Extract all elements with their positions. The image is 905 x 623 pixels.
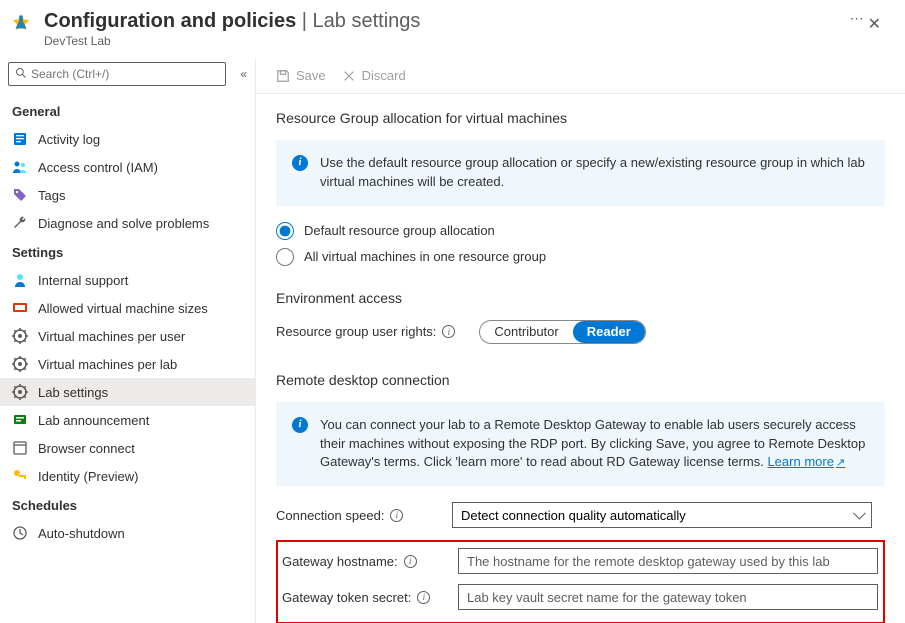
- gateway-secret-input[interactable]: [458, 584, 878, 610]
- clock-icon: [12, 525, 28, 541]
- wrench-icon: [12, 215, 28, 231]
- rg-option-default[interactable]: Default resource group allocation: [276, 222, 885, 240]
- info-icon: i: [292, 417, 308, 433]
- gateway-fields-highlight: Gateway hostname: i Gateway token secret…: [276, 540, 885, 623]
- learn-more-link[interactable]: Learn more↗: [767, 454, 845, 469]
- sidebar-item-label: Virtual machines per user: [38, 329, 185, 344]
- save-icon: [276, 69, 290, 83]
- sidebar-item-label: Lab announcement: [38, 413, 149, 428]
- sidebar-item-activity-log[interactable]: Activity log: [0, 125, 255, 153]
- page-subtitle: DevTest Lab: [44, 34, 836, 48]
- close-button[interactable]: ✕: [864, 10, 885, 38]
- sidebar-item-label: Auto-shutdown: [38, 526, 125, 541]
- sidebar-item-lab-settings[interactable]: Lab settings: [0, 378, 255, 406]
- sidebar-item-access-control[interactable]: Access control (IAM): [0, 153, 255, 181]
- sizes-icon: [12, 300, 28, 316]
- sidebar-item-internal-support[interactable]: Internal support: [0, 266, 255, 294]
- devtest-lab-icon: [10, 12, 32, 34]
- nav-group-settings: Settings: [0, 237, 255, 266]
- sidebar-item-vm-sizes[interactable]: Allowed virtual machine sizes: [0, 294, 255, 322]
- sidebar-item-label: Activity log: [38, 132, 100, 147]
- rights-contributor[interactable]: Contributor: [480, 321, 572, 343]
- rg-info-banner: i Use the default resource group allocat…: [276, 140, 885, 206]
- sidebar-search[interactable]: [8, 62, 226, 86]
- more-actions-button[interactable]: ⋯: [850, 10, 864, 27]
- sidebar-item-label: Access control (IAM): [38, 160, 158, 175]
- key-icon: [12, 468, 28, 484]
- env-label: Resource group user rights:: [276, 324, 436, 339]
- gateway-secret-label: Gateway token secret:: [282, 590, 411, 605]
- info-icon: i: [292, 155, 308, 171]
- sidebar-item-label: Browser connect: [38, 441, 135, 456]
- conn-speed-label: Connection speed:: [276, 508, 384, 523]
- help-icon[interactable]: i: [442, 325, 455, 338]
- collapse-sidebar-button[interactable]: «: [240, 67, 247, 81]
- rights-toggle[interactable]: Contributor Reader: [479, 320, 645, 344]
- sidebar-item-diagnose[interactable]: Diagnose and solve problems: [0, 209, 255, 237]
- tag-icon: [12, 187, 28, 203]
- browser-icon: [12, 440, 28, 456]
- save-button[interactable]: Save: [276, 68, 326, 83]
- search-icon: [15, 67, 27, 82]
- sidebar-item-label: Tags: [38, 188, 65, 203]
- sidebar-item-vm-per-user[interactable]: Virtual machines per user: [0, 322, 255, 350]
- nav-group-schedules: Schedules: [0, 490, 255, 519]
- sidebar-item-label: Allowed virtual machine sizes: [38, 301, 208, 316]
- discard-icon: [342, 69, 356, 83]
- rdp-section-title: Remote desktop connection: [276, 372, 885, 388]
- sidebar-item-vm-per-lab[interactable]: Virtual machines per lab: [0, 350, 255, 378]
- sidebar-item-browser-connect[interactable]: Browser connect: [0, 434, 255, 462]
- rdp-info-banner: i You can connect your lab to a Remote D…: [276, 402, 885, 487]
- people-icon: [12, 159, 28, 175]
- gear-icon: [12, 356, 28, 372]
- sidebar-item-label: Identity (Preview): [38, 469, 138, 484]
- env-section-title: Environment access: [276, 290, 885, 306]
- external-link-icon: ↗: [836, 457, 845, 469]
- nav-group-general: General: [0, 96, 255, 125]
- sidebar-item-identity[interactable]: Identity (Preview): [0, 462, 255, 490]
- radio-all[interactable]: [276, 248, 294, 266]
- sidebar-item-label: Virtual machines per lab: [38, 357, 177, 372]
- gateway-hostname-label: Gateway hostname:: [282, 554, 398, 569]
- gear-icon: [12, 328, 28, 344]
- log-icon: [12, 131, 28, 147]
- radio-default[interactable]: [276, 222, 294, 240]
- page-title: Configuration and policies | Lab setting…: [44, 10, 836, 33]
- discard-button[interactable]: Discard: [342, 68, 406, 83]
- support-icon: [12, 272, 28, 288]
- rg-section-title: Resource Group allocation for virtual ma…: [276, 110, 885, 126]
- connection-speed-select[interactable]: Detect connection quality automatically: [452, 502, 872, 528]
- help-icon[interactable]: i: [390, 509, 403, 522]
- sidebar-item-label: Internal support: [38, 273, 128, 288]
- sidebar-item-tags[interactable]: Tags: [0, 181, 255, 209]
- announcement-icon: [12, 412, 28, 428]
- gear-icon: [12, 384, 28, 400]
- sidebar-item-auto-shutdown[interactable]: Auto-shutdown: [0, 519, 255, 547]
- sidebar-item-lab-announcement[interactable]: Lab announcement: [0, 406, 255, 434]
- sidebar-item-label: Diagnose and solve problems: [38, 216, 209, 231]
- rights-reader[interactable]: Reader: [573, 321, 645, 343]
- search-input[interactable]: [31, 67, 219, 81]
- rg-option-all[interactable]: All virtual machines in one resource gro…: [276, 248, 885, 266]
- help-icon[interactable]: i: [404, 555, 417, 568]
- help-icon[interactable]: i: [417, 591, 430, 604]
- sidebar-item-label: Lab settings: [38, 385, 108, 400]
- gateway-hostname-input[interactable]: [458, 548, 878, 574]
